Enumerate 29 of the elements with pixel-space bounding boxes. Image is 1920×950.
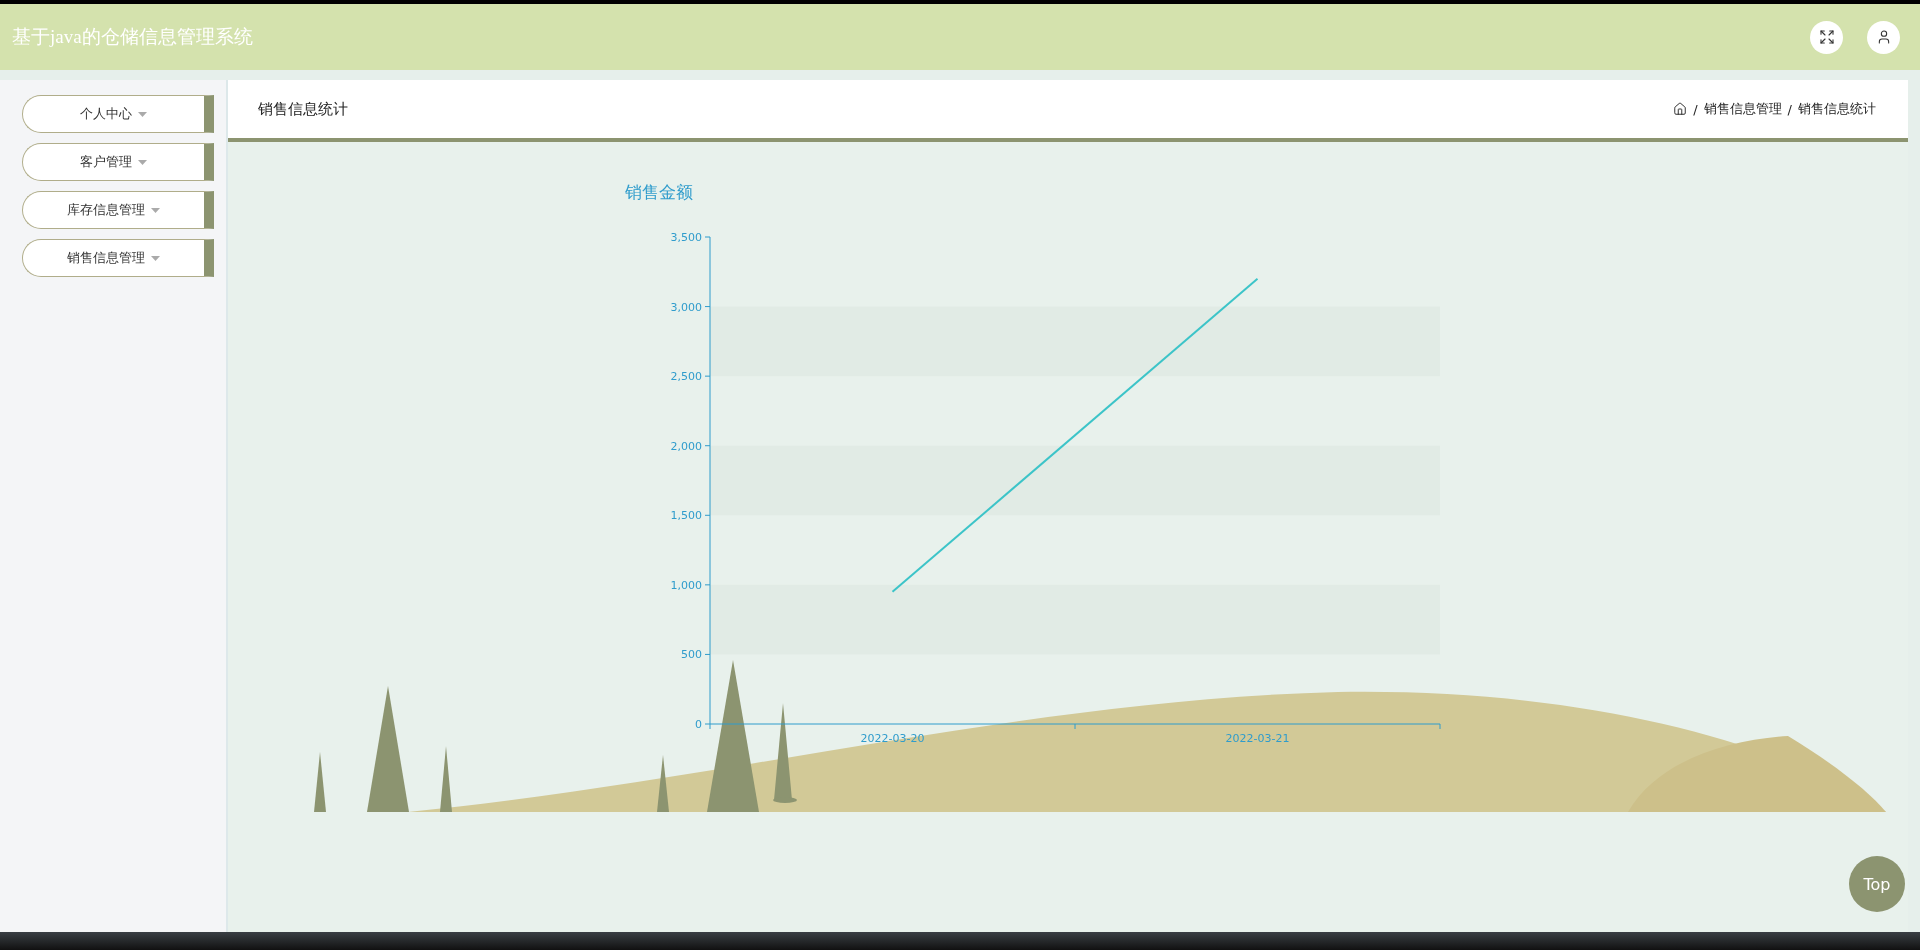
chart-title: 销售金额	[625, 182, 693, 202]
caret-icon	[151, 255, 160, 261]
x-tick-label: 2022-03-20	[860, 732, 925, 745]
breadcrumb-separator: /	[1787, 101, 1792, 117]
breadcrumb-separator: /	[1693, 101, 1698, 117]
y-tick-label: 2,500	[670, 370, 702, 384]
app-title: 基于java的仓储信息管理系统	[12, 25, 253, 49]
fullscreen-button[interactable]	[1810, 20, 1843, 54]
caret-icon	[151, 207, 160, 213]
y-tick-label: 1,000	[670, 578, 702, 592]
caret-icon	[138, 111, 147, 117]
user-button[interactable]	[1867, 20, 1900, 54]
caret-icon	[138, 159, 147, 165]
y-tick-label: 500	[681, 648, 702, 662]
breadcrumb-link[interactable]: 销售信息统计	[1798, 100, 1876, 118]
home-icon[interactable]	[1673, 102, 1688, 116]
breadcrumb-link[interactable]: 销售信息管理	[1703, 100, 1782, 118]
y-tick-label: 1,500	[670, 509, 702, 523]
sidebar-menu-item[interactable]: 客户管理	[22, 143, 214, 181]
expand-icon	[1818, 29, 1835, 45]
y-tick-label: 2,000	[670, 439, 702, 453]
y-tick-label: 3,000	[670, 300, 702, 314]
sidebar-menu-item[interactable]: 库存信息管理	[22, 191, 214, 229]
y-tick-label: 0	[695, 718, 702, 731]
y-tick-label: 3,500	[670, 231, 702, 244]
page-title: 销售信息统计	[258, 99, 348, 119]
sidebar-menu-item[interactable]: 个人中心	[22, 95, 214, 133]
sidebar-menu-item[interactable]: 销售信息管理	[22, 239, 214, 277]
x-tick-label: 2022-03-21	[1225, 732, 1290, 745]
